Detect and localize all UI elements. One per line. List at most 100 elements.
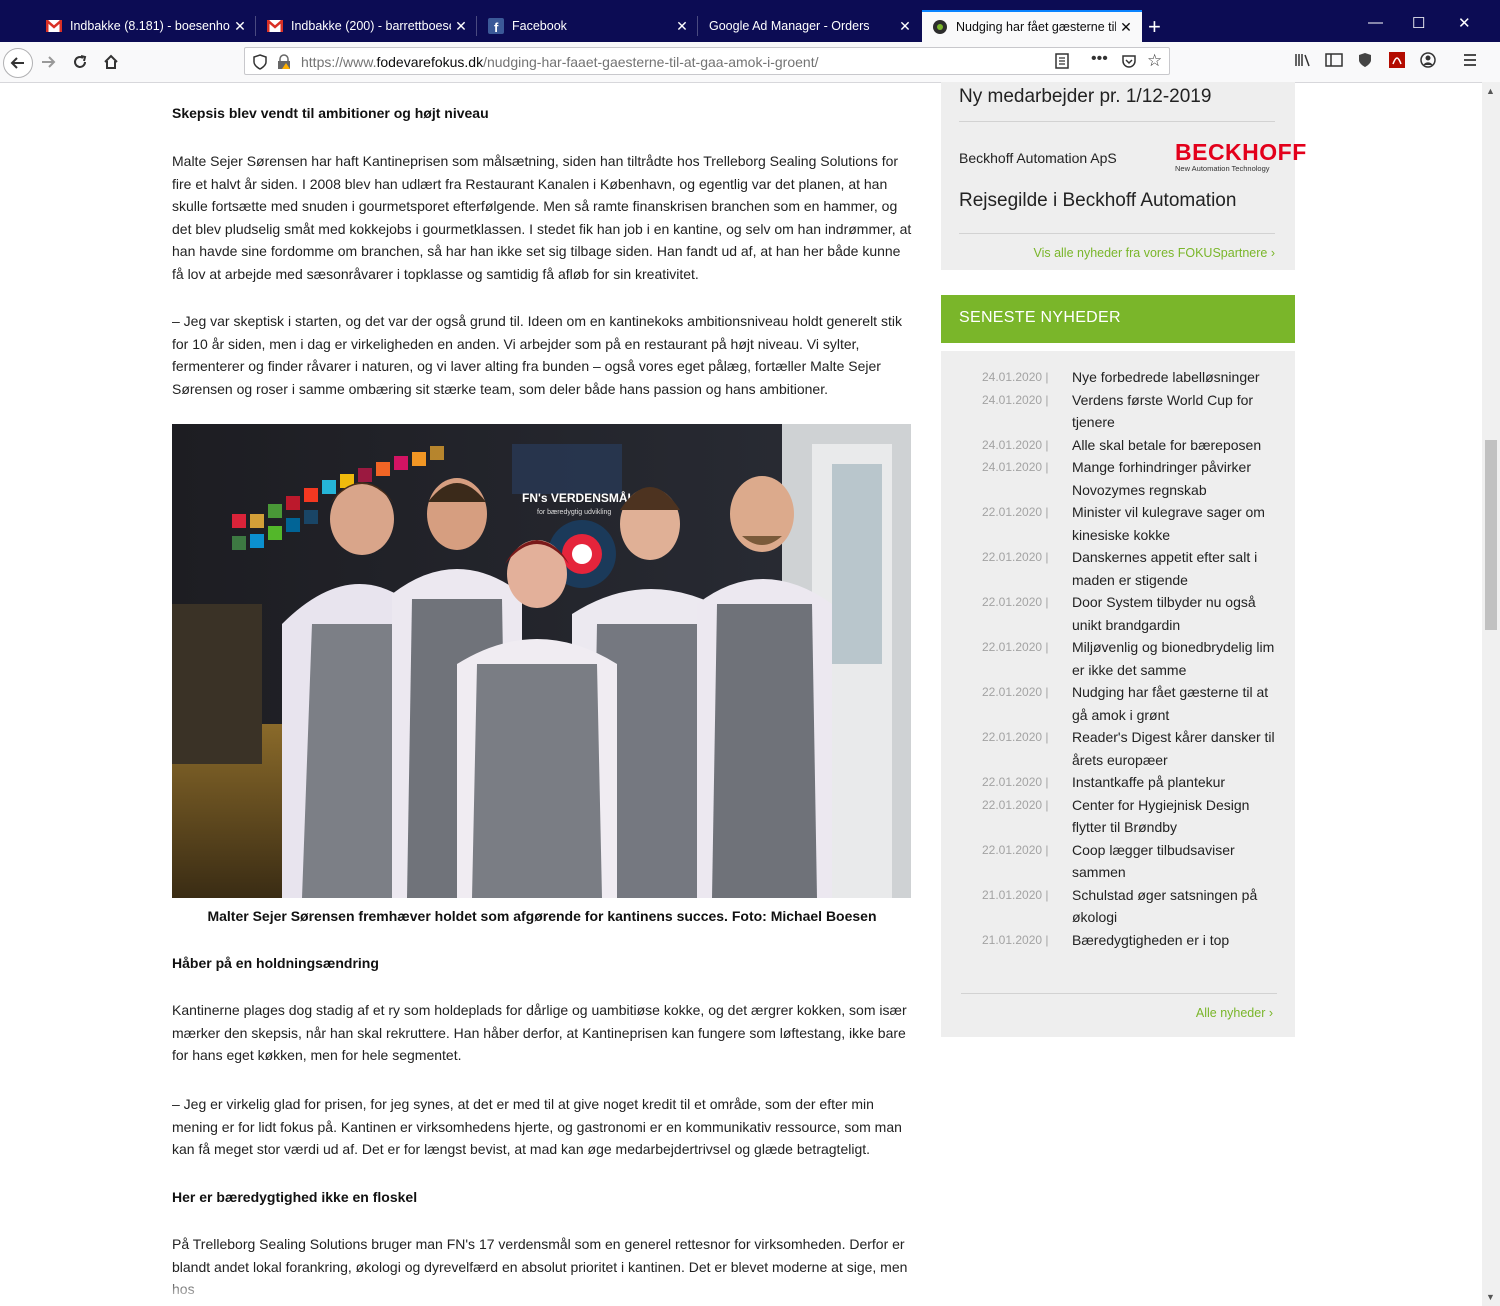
news-item[interactable]: 24.01.2020 | Mange forhindringer påvirker… (982, 456, 1282, 501)
news-item[interactable]: 22.01.2020 | Instantkaffe på plantekur (982, 771, 1282, 794)
page-actions-icon[interactable]: ••• (1091, 50, 1108, 68)
new-tab-button[interactable]: + (1148, 14, 1161, 40)
reload-button[interactable] (68, 50, 92, 74)
site-icon (932, 19, 948, 35)
news-item[interactable]: 21.01.2020 | Schulstad øger satsningen på… (982, 884, 1282, 929)
news-title-link[interactable]: Miljøvenlig og bionedbrydelig lim er ikk… (1072, 636, 1282, 681)
minimize-button[interactable]: — (1368, 14, 1383, 31)
maximize-button[interactable]: ☐ (1412, 14, 1425, 32)
close-icon[interactable]: ✕ (895, 18, 915, 35)
news-date: 22.01.2020 | (982, 842, 1049, 857)
logo-tagline: New Automation Technology (1175, 164, 1270, 173)
news-date: 24.01.2020 | (982, 437, 1049, 452)
tab-label: Indbakke (8.181) - boesenhome (70, 19, 230, 33)
news-title-link[interactable]: Instantkaffe på plantekur (1072, 771, 1282, 794)
paragraph: – Jeg var skeptisk i starten, og det var… (172, 313, 902, 397)
forward-button[interactable] (36, 50, 60, 74)
news-title-link[interactable]: Door System tilbyder nu også unikt brand… (1072, 591, 1282, 636)
news-title-link[interactable]: Coop lægger tilbudsaviser sammen (1072, 839, 1282, 884)
close-icon[interactable]: ✕ (451, 18, 471, 35)
news-title-link[interactable]: Nye forbedrede labelløsninger (1072, 366, 1282, 389)
tab-ad-manager[interactable]: Google Ad Manager - Orders ✕ (699, 10, 921, 42)
tab-label: Facebook (512, 19, 567, 33)
news-title-link[interactable]: Mange forhindringer påvirker Novozymes r… (1072, 456, 1282, 501)
tab-label: Indbakke (200) - barrettboesen (291, 19, 451, 33)
facebook-icon: f (488, 18, 504, 34)
news-title-link[interactable]: Nudging har fået gæsterne til at gå amok… (1072, 681, 1282, 726)
news-title-link[interactable]: Verdens første World Cup for tjenere (1072, 389, 1282, 434)
subheading-baeredygtighed: Her er bæredygtighed ikke en floskel (172, 1189, 418, 1205)
latest-news-list: 24.01.2020 | Nye forbedrede labelløsninge… (941, 351, 1295, 1037)
news-item[interactable]: 24.01.2020 | Alle skal betale for bærepos… (982, 434, 1282, 457)
scroll-up-icon[interactable]: ▲ (1486, 86, 1495, 96)
reader-view-icon[interactable] (1055, 53, 1069, 74)
privacy-shield-icon[interactable] (1357, 52, 1373, 72)
navigation-toolbar: https://www.fodevarefokus.dk/nudging-har… (0, 42, 1500, 83)
news-item[interactable]: 22.01.2020 | Reader's Digest kårer danske… (982, 726, 1282, 771)
subheading-skepsis: Skepsis blev vendt til ambitioner og høj… (172, 105, 489, 121)
news-item[interactable]: 22.01.2020 | Door System tilbyder nu også… (982, 591, 1282, 636)
news-title-link[interactable]: Schulstad øger satsningen på økologi (1072, 884, 1282, 929)
bottom-fade (0, 1275, 1482, 1306)
tab-active-article[interactable]: Nudging har fået gæsterne til at ✕ (922, 10, 1142, 42)
news-date: 24.01.2020 | (982, 460, 1049, 474)
subheading-holdning: Håber på en holdningsændring (172, 955, 379, 971)
news-date: 22.01.2020 | (982, 797, 1049, 812)
library-icon[interactable] (1294, 52, 1312, 72)
close-icon[interactable]: ✕ (672, 18, 692, 35)
news-title-link[interactable]: Minister vil kulegrave sager om kinesisk… (1072, 501, 1282, 546)
logo-name: BECKHOFF (1175, 139, 1307, 165)
address-bar[interactable]: https://www.fodevarefokus.dk/nudging-har… (244, 47, 1170, 75)
scrollbar-thumb[interactable] (1485, 440, 1497, 630)
home-button[interactable] (99, 50, 123, 74)
back-button[interactable] (3, 48, 33, 78)
partner-news-headline[interactable]: Rejsegilde i Beckhoff Automation (959, 190, 1236, 212)
divider (961, 993, 1277, 994)
news-item[interactable]: 24.01.2020 | Verdens første World Cup for… (982, 389, 1282, 434)
news-item[interactable]: 22.01.2020 | Coop lægger tilbudsaviser sa… (982, 839, 1282, 884)
partner-news-title[interactable]: Ny medarbejder pr. 1/12-2019 (959, 86, 1211, 108)
tab-facebook[interactable]: f Facebook ✕ (478, 10, 698, 42)
close-icon[interactable]: ✕ (1116, 19, 1136, 36)
photo-caption: Malter Sejer Sørensen fremhæver holdet s… (207, 908, 877, 924)
news-title-link[interactable]: Danskernes appetit efter salt i maden er… (1072, 546, 1282, 591)
partner-news-box: Ny medarbejder pr. 1/12-2019 Beckhoff Au… (941, 82, 1307, 270)
tracking-shield-icon[interactable] (253, 54, 267, 75)
news-item[interactable]: 24.01.2020 | Nye forbedrede labelløsninge… (982, 366, 1282, 389)
news-item[interactable]: 22.01.2020 | Minister vil kulegrave sager… (982, 501, 1282, 546)
news-title-link[interactable]: Bæredygtigheden er i top (1072, 929, 1282, 952)
close-window-button[interactable]: ✕ (1458, 14, 1471, 32)
news-title-link[interactable]: Center for Hygiejnisk Design flytter til… (1072, 794, 1282, 839)
bookmark-star-icon[interactable]: ☆ (1147, 51, 1162, 71)
tab-gmail-1[interactable]: Indbakke (8.181) - boesenhome ✕ (36, 10, 256, 42)
news-title-link[interactable]: Reader's Digest kårer dansker til årets … (1072, 726, 1282, 771)
insecure-lock-icon[interactable] (277, 54, 291, 75)
news-item[interactable]: 22.01.2020 | Nudging har fået gæsterne ti… (982, 681, 1282, 726)
news-item[interactable]: 22.01.2020 | Center for Hygiejnisk Design… (982, 794, 1282, 839)
forward-arrow-icon (42, 56, 56, 68)
pocket-icon[interactable] (1121, 53, 1137, 74)
tab-label: Google Ad Manager - Orders (709, 19, 870, 33)
beckhoff-logo[interactable]: BECKHOFF New Automation Technology (1175, 139, 1307, 174)
tab-gmail-2[interactable]: Indbakke (200) - barrettboesen ✕ (257, 10, 477, 42)
sidebar-icon[interactable] (1325, 52, 1343, 72)
pdf-extension-icon[interactable] (1389, 52, 1405, 72)
partner-company: Beckhoff Automation ApS (959, 150, 1117, 166)
back-arrow-icon (10, 57, 24, 69)
account-icon[interactable] (1420, 52, 1436, 72)
news-date: 22.01.2020 | (982, 505, 1049, 519)
news-title-link[interactable]: Alle skal betale for bæreposen (1072, 434, 1282, 457)
all-partner-news-link[interactable]: Vis alle nyheder fra vores FOKUSpartnere… (1033, 246, 1275, 260)
scroll-down-icon[interactable]: ▼ (1486, 1292, 1495, 1302)
menu-icon[interactable] (1462, 52, 1478, 72)
vertical-scrollbar[interactable]: ▲ ▼ (1482, 82, 1500, 1306)
news-item[interactable]: 22.01.2020 | Danskernes appetit efter sal… (982, 546, 1282, 591)
news-date: 24.01.2020 | (982, 392, 1049, 407)
close-icon[interactable]: ✕ (230, 18, 250, 35)
news-date: 22.01.2020 | (982, 550, 1049, 564)
news-item[interactable]: 21.01.2020 | Bæredygtigheden er i top (982, 929, 1282, 952)
all-news-link[interactable]: Alle nyheder › (1196, 1006, 1273, 1020)
svg-text:f: f (494, 20, 499, 34)
paragraph: – Jeg er virkelig glad for prisen, for j… (172, 1096, 902, 1157)
news-item[interactable]: 22.01.2020 | Miljøvenlig og bionedbrydeli… (982, 636, 1282, 681)
